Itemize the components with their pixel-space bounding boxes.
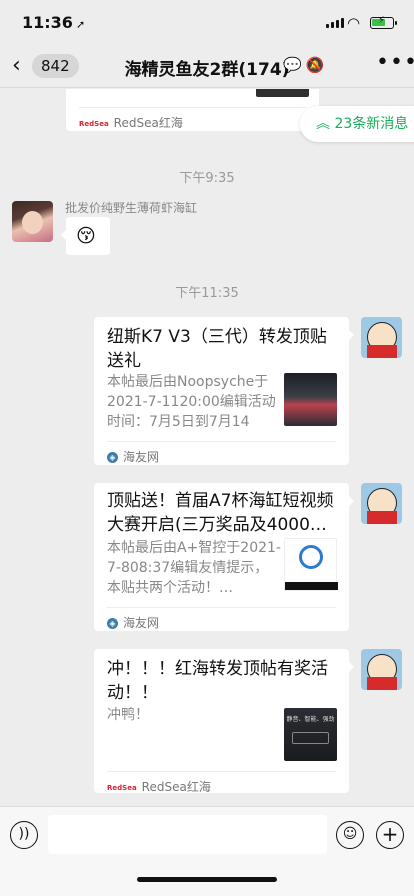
avatar-shirt (367, 345, 397, 358)
plus-icon[interactable]: + (376, 821, 404, 849)
card-description: 冲鸭！ (107, 707, 149, 723)
battery-icon: ⚡ (370, 15, 397, 29)
avatar[interactable] (361, 483, 402, 524)
avatar-face (22, 211, 43, 234)
emoji-icon[interactable]: ☺ (336, 821, 364, 849)
chat-bubble-icon: 💬 (283, 56, 302, 74)
card-source: ◈ 海友网 (107, 607, 336, 631)
card-thumbnail: 静音、智能、强劲 (284, 708, 337, 761)
haiyou-logo-icon: ◈ (107, 618, 118, 629)
new-messages-button[interactable]: ︽ 23条新消息 (300, 106, 414, 142)
card-title: 纽斯K7 V3（三代）转发顶贴送礼 (107, 327, 327, 371)
message-timestamp: 下午11:35 (175, 286, 239, 301)
redsea-logo-icon: RedSea (107, 783, 137, 792)
mute-bell-icon: 🔕 (305, 56, 325, 74)
avatar[interactable] (361, 317, 402, 358)
card-source: ◈ 海友网 (107, 441, 336, 465)
avatar[interactable] (361, 649, 402, 690)
thumbnail-caption: 静音、智能、强劲 (286, 716, 335, 723)
shared-link-card[interactable]: RedSea RedSea红海 (66, 89, 319, 131)
status-bar: 11:36 ➚ ◠ ⚡ (0, 0, 414, 44)
card-source: RedSea RedSea红海 (79, 107, 306, 131)
card-thumbnail (256, 89, 309, 97)
shared-link-card[interactable]: 纽斯K7 V3（三代）转发顶贴送礼 本帖最后由Noopsyche于2021-7-… (94, 317, 354, 465)
new-messages-label: 23条新消息 (334, 116, 409, 132)
shared-link-card[interactable]: 冲！！！红海转发顶帖有奖活动！！ 冲鸭！ 静音、智能、强劲 RedSea RedS… (94, 649, 354, 795)
message-input[interactable] (48, 815, 327, 854)
a7-logo-icon (299, 545, 323, 569)
avatar[interactable] (12, 201, 53, 242)
thumbnail-device (292, 732, 329, 744)
card-source: RedSea RedSea红海 (107, 771, 336, 795)
avatar-shirt (367, 677, 397, 690)
card-description: 本帖最后由Noopsyche于2021-7-1120:00编辑活动时间：7月5日… (107, 374, 276, 430)
charging-bolt-icon: ⚡ (378, 15, 386, 26)
location-arrow-icon: ➚ (75, 18, 86, 31)
sender-name: 批发价纯野生薄荷虾海缸 (65, 201, 198, 215)
chat-header: ‹ 842 海精灵鱼友2群(174) 💬 🔕 ••• (0, 44, 414, 88)
card-title: 顶贴送！首届A7杯海缸短视频大赛开启(三万奖品及4000… (107, 491, 334, 535)
chat-title: 海精灵鱼友2群(174) (124, 60, 290, 80)
message-list[interactable]: RedSea RedSea红海 下午9:35 批发价纯野生薄荷虾海缸 😚 下午11… (0, 89, 414, 806)
emoji-kiss: 😚 (76, 225, 96, 247)
voice-icon[interactable]: )) (10, 821, 38, 849)
redsea-logo-icon: RedSea (79, 119, 109, 128)
message-timestamp: 下午9:35 (179, 171, 235, 186)
card-description: 本帖最后由A+智控于2021-7-808:37编辑友情提示，本贴共两个活动！… (107, 540, 281, 596)
card-thumbnail (284, 373, 337, 426)
cellular-signal-icon (326, 18, 344, 28)
double-chevron-up-icon: ︽ (316, 116, 330, 132)
status-time: 11:36 ➚ (22, 13, 86, 32)
input-bar: )) ☺ + (0, 806, 414, 896)
home-indicator (137, 877, 277, 882)
card-title: 冲！！！红海转发顶帖有奖活动！！ (107, 659, 328, 703)
card-thumbnail (284, 538, 338, 591)
more-dots-icon[interactable]: ••• (376, 50, 414, 75)
thumbnail-bar (285, 582, 338, 590)
message-bubble[interactable]: 😚 (61, 217, 110, 255)
avatar-shirt (367, 511, 397, 524)
shared-link-card[interactable]: 顶贴送！首届A7杯海缸短视频大赛开启(三万奖品及4000… 本帖最后由A+智控于… (94, 483, 354, 631)
wifi-icon: ◠ (347, 14, 361, 32)
haiyou-logo-icon: ◈ (107, 452, 118, 463)
